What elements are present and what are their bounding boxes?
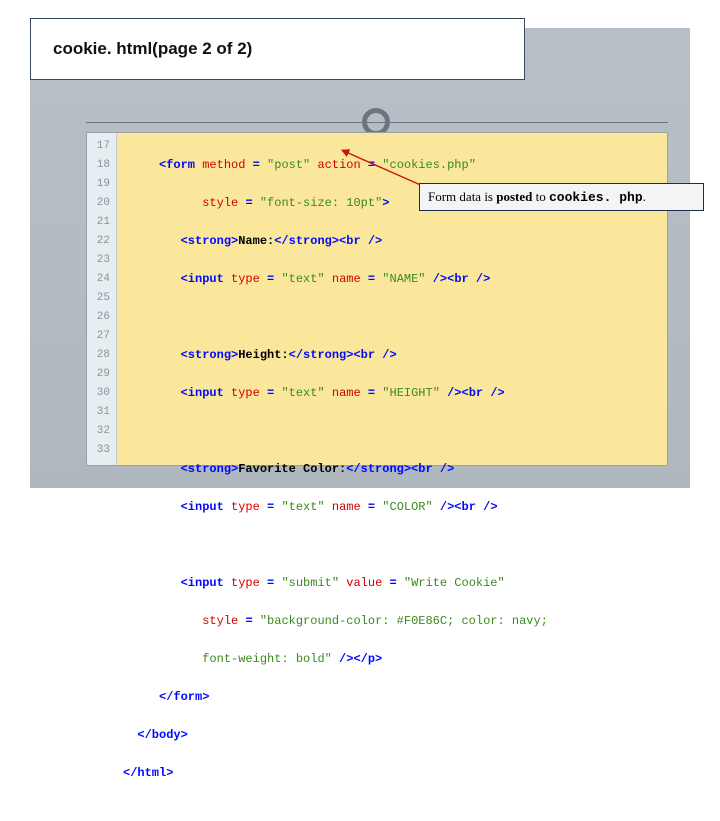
line-number: 24 xyxy=(87,270,116,289)
code-line: <input type = "text" name = "COLOR" /><b… xyxy=(123,498,667,517)
line-number: 31 xyxy=(87,403,116,422)
line-number-gutter: 17 18 19 20 21 22 23 24 25 26 27 28 29 3… xyxy=(87,133,117,465)
code-line: font-weight: bold" /></p> xyxy=(123,650,667,669)
line-number: 20 xyxy=(87,194,116,213)
code-line: </body> xyxy=(123,726,667,745)
line-number: 18 xyxy=(87,156,116,175)
line-number: 21 xyxy=(87,213,116,232)
callout-verb: posted xyxy=(496,189,532,204)
line-number: 28 xyxy=(87,346,116,365)
line-number: 26 xyxy=(87,308,116,327)
code-line: <form method = "post" action = "cookies.… xyxy=(123,156,667,175)
code-line: <strong>Favorite Color:</strong><br /> xyxy=(123,460,667,479)
line-number: 23 xyxy=(87,251,116,270)
code-line: </form> xyxy=(123,688,667,707)
line-number: 32 xyxy=(87,422,116,441)
line-number: 19 xyxy=(87,175,116,194)
slide-background: cookie. html(page 2 of 2) 17 18 19 20 21… xyxy=(30,28,690,488)
code-line: <strong>Height:</strong><br /> xyxy=(123,346,667,365)
line-number: 17 xyxy=(87,137,116,156)
code-line: style = "background-color: #F0E86C; colo… xyxy=(123,612,667,631)
callout-text: to xyxy=(532,189,549,204)
callout-text: . xyxy=(643,189,646,204)
code-line: </html> xyxy=(123,764,667,783)
code-line: <input type = "text" name = "HEIGHT" /><… xyxy=(123,384,667,403)
line-number: 30 xyxy=(87,384,116,403)
code-line xyxy=(123,422,667,441)
slide-title: cookie. html(page 2 of 2) xyxy=(53,39,502,59)
code-line xyxy=(123,536,667,555)
line-number: 22 xyxy=(87,232,116,251)
callout-text: Form data is xyxy=(428,189,496,204)
title-card: cookie. html(page 2 of 2) xyxy=(30,18,525,80)
line-number: 27 xyxy=(87,327,116,346)
code-line xyxy=(123,308,667,327)
callout-code: cookies. php xyxy=(549,190,643,205)
line-number: 29 xyxy=(87,365,116,384)
line-number: 33 xyxy=(87,441,116,460)
callout-box: Form data is posted to cookies. php. xyxy=(419,183,704,211)
code-line: <input type = "text" name = "NAME" /><br… xyxy=(123,270,667,289)
line-number: 25 xyxy=(87,289,116,308)
code-line: <input type = "submit" value = "Write Co… xyxy=(123,574,667,593)
code-line: <strong>Name:</strong><br /> xyxy=(123,232,667,251)
